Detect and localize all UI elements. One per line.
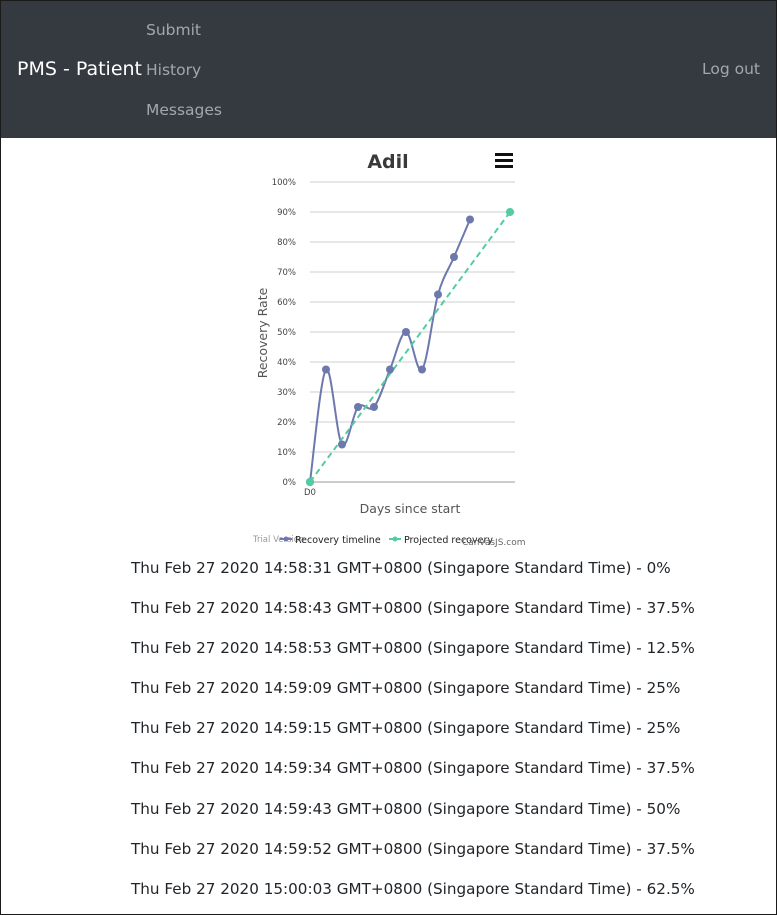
history-item: Thu Feb 27 2020 14:59:52 GMT+0800 (Singa… — [131, 839, 695, 858]
legend-recovery-label: Recovery timeline — [295, 535, 381, 546]
recovery-point[interactable] — [354, 403, 362, 411]
y-tick-label: 70% — [277, 268, 296, 278]
projected-point[interactable] — [506, 208, 514, 216]
y-tick-label: 80% — [277, 238, 296, 248]
y-tick-label: 20% — [277, 418, 296, 428]
y-tick-label: 0% — [283, 478, 297, 488]
logout-link[interactable]: Log out — [702, 60, 760, 78]
history-item: Thu Feb 27 2020 15:00:03 GMT+0800 (Singa… — [131, 879, 695, 898]
chart-credit[interactable]: CanvasJS.com — [462, 538, 525, 548]
history-item: Thu Feb 27 2020 14:58:53 GMT+0800 (Singa… — [131, 639, 695, 658]
y-tick-label: 90% — [277, 208, 296, 218]
recovery-point[interactable] — [338, 440, 346, 449]
x-tick-label: D0 — [304, 488, 316, 498]
history-item: Thu Feb 27 2020 14:59:15 GMT+0800 (Singa… — [131, 719, 681, 738]
y-tick-label: 10% — [277, 448, 296, 458]
x-axis: D0 — [304, 488, 316, 498]
nav-messages[interactable]: Messages — [146, 101, 222, 119]
y-tick-label: 60% — [277, 298, 296, 308]
recovery-point[interactable] — [434, 290, 442, 299]
hamburger-icon[interactable] — [495, 153, 513, 168]
history-item: Thu Feb 27 2020 14:58:43 GMT+0800 (Singa… — [131, 599, 695, 618]
recovery-point[interactable] — [322, 365, 330, 374]
recovery-point[interactable] — [402, 328, 410, 336]
y-tick-label: 50% — [277, 328, 296, 338]
history-item: Thu Feb 27 2020 14:58:31 GMT+0800 (Singa… — [131, 559, 671, 577]
nav-submit[interactable]: Submit — [146, 21, 201, 39]
nav-history[interactable]: History — [146, 61, 201, 79]
recovery-point[interactable] — [466, 215, 474, 224]
history-list: Thu Feb 27 2020 14:58:31 GMT+0800 (Singa… — [131, 557, 761, 915]
history-item: Thu Feb 27 2020 14:59:34 GMT+0800 (Singa… — [131, 759, 695, 778]
navbar: PMS - Patient Submit History Messages Lo… — [0, 0, 777, 138]
series-recovery-line — [309, 219, 471, 483]
y-tick-label: 100% — [272, 178, 296, 188]
projected-point[interactable] — [306, 478, 314, 486]
chart-points — [306, 208, 514, 486]
history-item: Thu Feb 27 2020 14:59:09 GMT+0800 (Singa… — [131, 679, 681, 698]
chart-title: Adil — [367, 151, 408, 173]
recovery-point[interactable] — [370, 403, 378, 411]
y-axis: 0% 10% 20% 30% 40% 50% 60% 70% 80% 90% 100% — [272, 178, 296, 488]
recovery-chart: 0% 10% 20% 30% 40% 50% 60% 70% 80% 90% 100% D0 Adi… — [252, 151, 525, 548]
y-tick-label: 40% — [277, 358, 296, 368]
chart-grid — [310, 181, 515, 483]
y-axis-title: Recovery Rate — [255, 287, 270, 378]
recovery-point[interactable] — [386, 365, 394, 374]
legend-item-recovery[interactable]: Recovery timeline — [280, 535, 381, 546]
navbar-brand[interactable]: PMS - Patient — [17, 58, 142, 80]
y-tick-label: 30% — [277, 388, 296, 398]
recovery-point[interactable] — [418, 365, 426, 374]
x-axis-title: Days since start — [360, 501, 461, 516]
history-item: Thu Feb 27 2020 14:59:43 GMT+0800 (Singa… — [131, 799, 681, 818]
recovery-point[interactable] — [450, 253, 458, 261]
